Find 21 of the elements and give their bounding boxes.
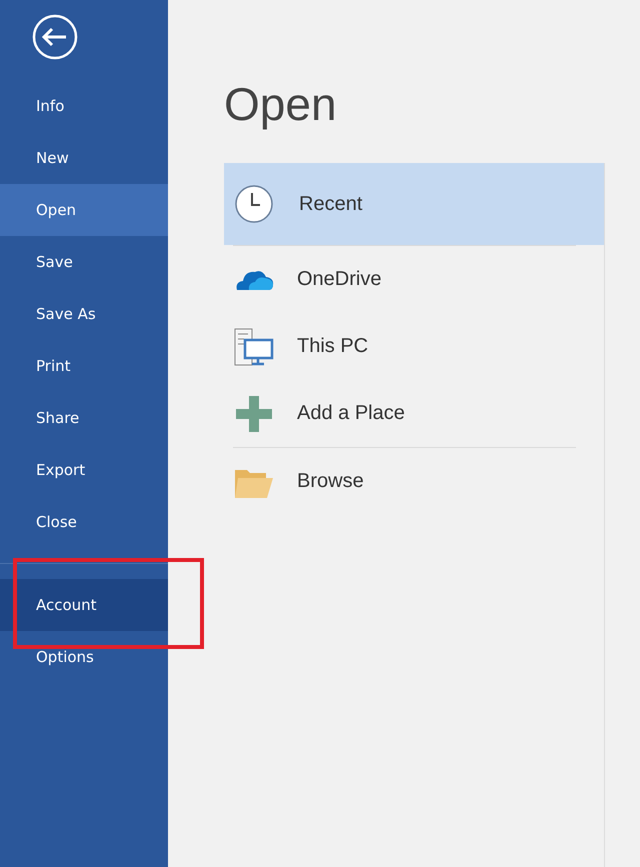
clock-icon [234,184,274,224]
location-item[interactable]: This PC [224,313,604,380]
page-title: Open [224,77,337,132]
sidebar-item[interactable]: Info [0,80,168,132]
plus-icon [234,394,274,434]
sidebar-item[interactable]: Close [0,496,168,548]
sidebar-item[interactable]: Export [0,444,168,496]
location-item[interactable]: Browse [224,448,604,515]
sidebar-item[interactable]: New [0,132,168,184]
sidebar-item[interactable]: Open [0,184,168,236]
sidebar-item[interactable]: Save As [0,288,168,340]
sidebar-item[interactable]: Options [0,631,168,683]
location-item[interactable]: Recent [224,163,604,245]
sidebar-item[interactable]: Print [0,340,168,392]
location-item[interactable]: OneDrive [224,246,604,313]
sidebar-item[interactable]: Account [0,579,168,631]
back-button[interactable] [32,14,78,60]
location-item[interactable]: Add a Place [224,380,604,447]
sidebar-item[interactable]: Share [0,392,168,444]
sidebar-item[interactable]: Save [0,236,168,288]
computer-icon [234,326,274,366]
